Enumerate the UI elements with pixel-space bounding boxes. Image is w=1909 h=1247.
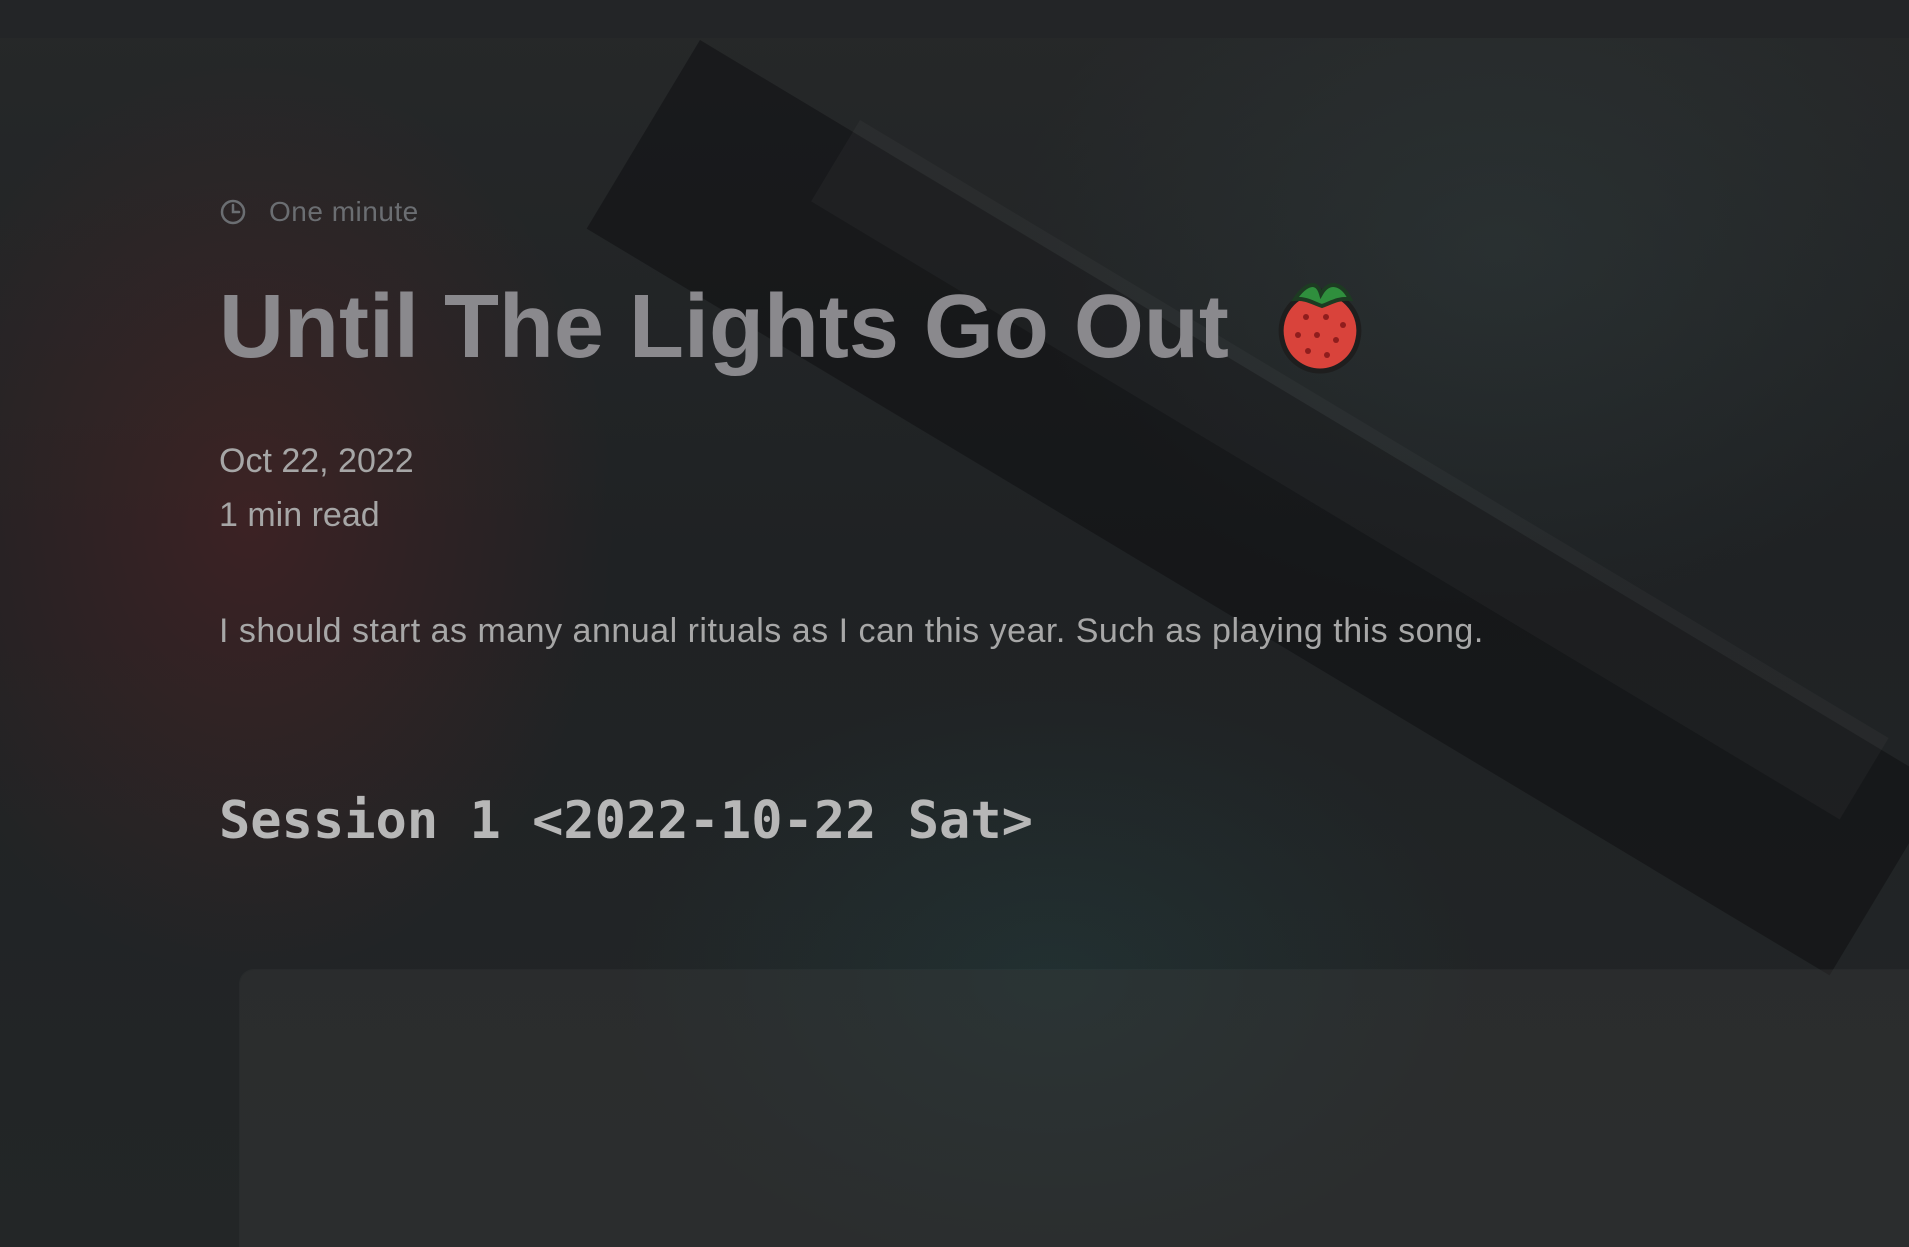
strawberry-icon [1267, 272, 1373, 383]
reading-time-row: One minute [219, 190, 1859, 234]
post-date: Oct 22, 2022 [219, 442, 414, 480]
post-meta: Oct 22, 2022 1 min read [219, 434, 1859, 542]
post-excerpt: I should start as many annual rituals as… [219, 612, 1484, 650]
top-bar [0, 0, 1909, 38]
embedded-content-box [240, 970, 1909, 1247]
clock-icon [219, 198, 247, 226]
post-content: One minute Until The Lights Go Out Oct 2… [219, 190, 1859, 894]
post-title: Until The Lights Go Out [219, 277, 1229, 377]
session-heading: Session 1 <2022-10-22 Sat> [219, 791, 1033, 851]
post-read-time: 1 min read [219, 496, 380, 534]
reading-time-label: One minute [269, 196, 419, 227]
title-row: Until The Lights Go Out [219, 272, 1859, 382]
